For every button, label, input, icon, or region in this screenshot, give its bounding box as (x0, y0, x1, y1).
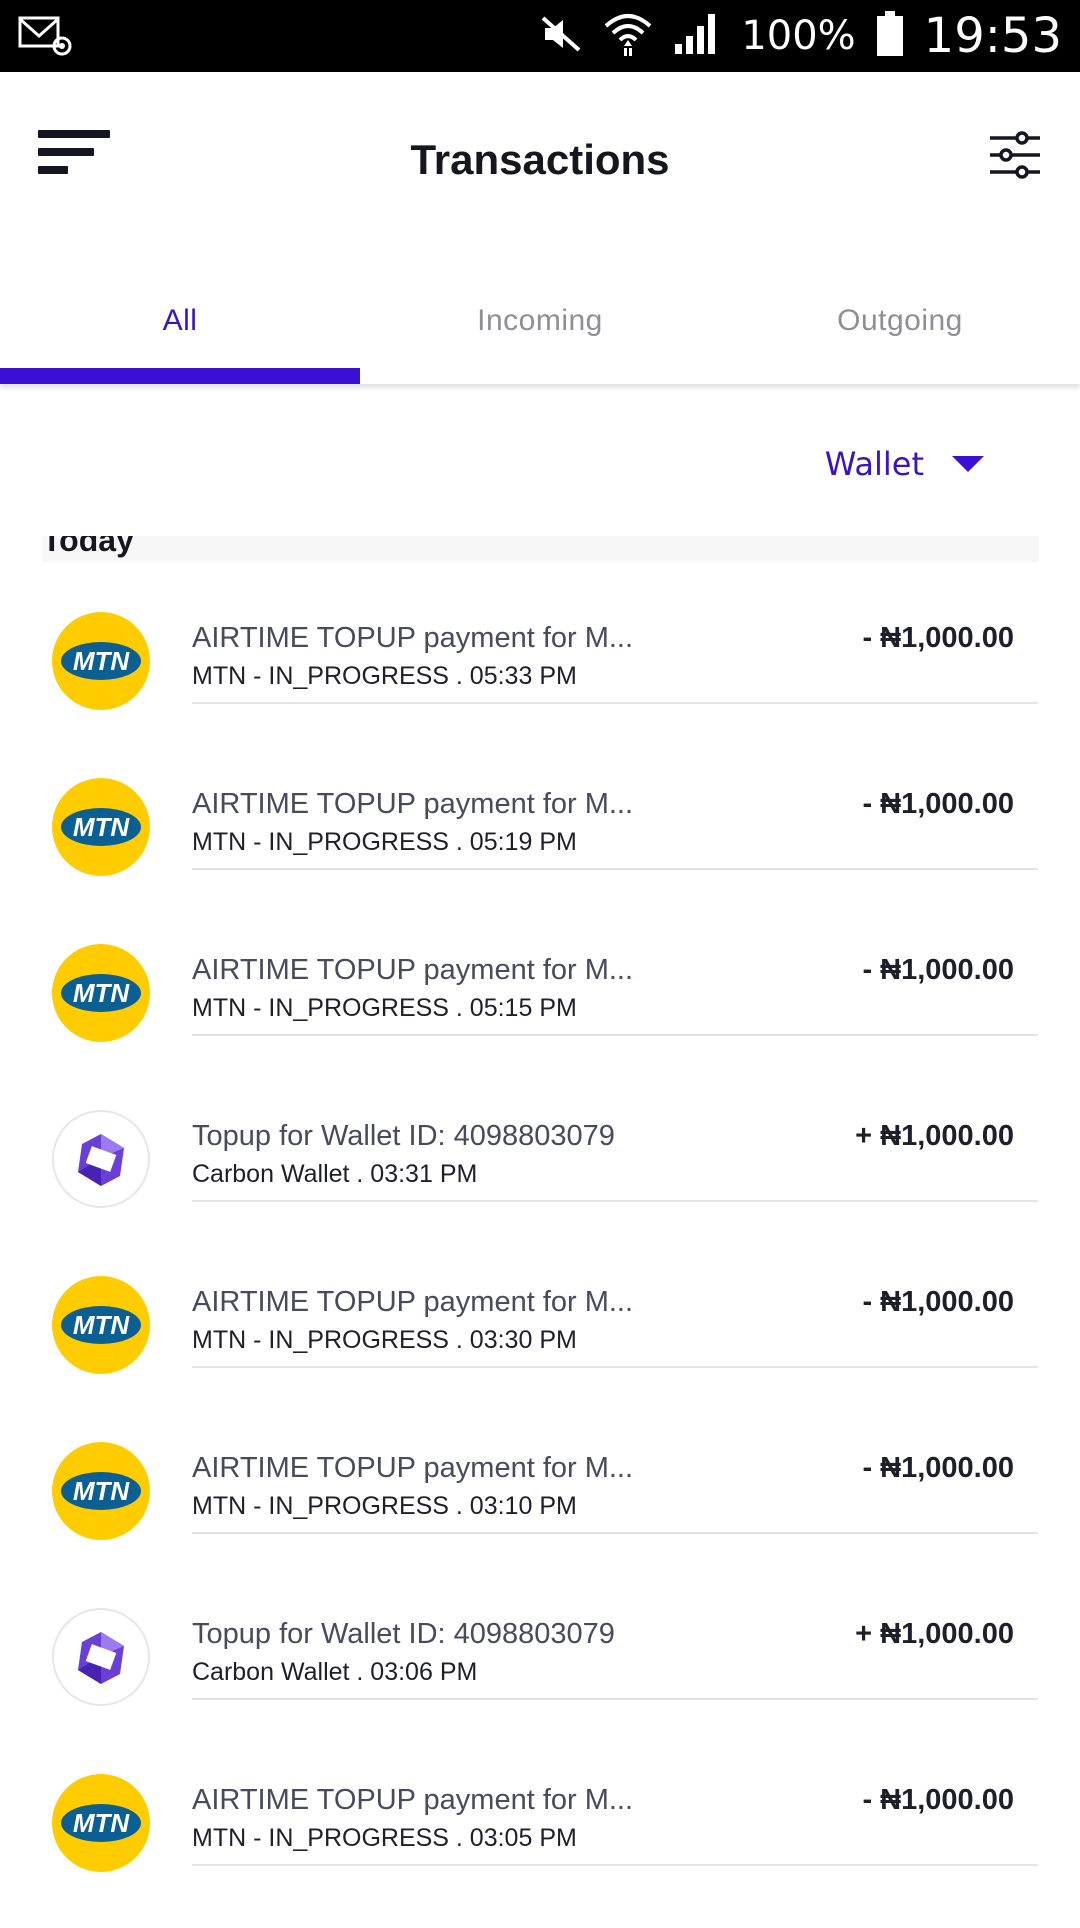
transaction-title: AIRTIME TOPUP payment for M... (192, 1286, 634, 1318)
transaction-subtitle: Carbon Wallet . 03:06 PM (192, 1658, 478, 1686)
transaction-row[interactable]: MTN AIRTIME TOPUP payment for M... MTN -… (0, 600, 1080, 766)
row-divider (192, 1200, 1038, 1202)
transaction-row[interactable]: MTN AIRTIME TOPUP payment for M... MTN -… (0, 766, 1080, 932)
page-title: Transactions (410, 136, 670, 183)
transaction-subtitle: MTN - IN_PROGRESS . 03:05 PM (192, 1824, 577, 1852)
transaction-row[interactable]: MTN AIRTIME TOPUP payment for M... MTN -… (0, 1430, 1080, 1596)
svg-text:MTN: MTN (73, 646, 131, 676)
section-header-label: Today (42, 536, 134, 558)
tab-bar: All Incoming Outgoing (0, 252, 1080, 384)
transaction-row[interactable]: MTN AIRTIME TOPUP payment for M... MTN -… (0, 1264, 1080, 1430)
active-tab-indicator (0, 368, 360, 384)
sliders-icon[interactable] (988, 130, 1042, 180)
svg-text:MTN: MTN (73, 1476, 131, 1506)
mtn-logo-icon: MTN (52, 778, 150, 876)
row-divider (192, 1532, 1038, 1534)
transaction-row[interactable]: Topup for Wallet ID: 4098803079 Carbon W… (0, 1098, 1080, 1264)
svg-text:MTN: MTN (73, 1310, 131, 1340)
transaction-title: AIRTIME TOPUP payment for M... (192, 1784, 634, 1816)
row-divider (192, 702, 1038, 704)
transaction-title: Topup for Wallet ID: 4098803079 (192, 1120, 615, 1152)
row-divider (192, 1698, 1038, 1700)
transaction-amount: - ₦1,000.00 (862, 622, 1014, 654)
row-divider (192, 868, 1038, 870)
transaction-amount: + ₦1,000.00 (855, 1618, 1014, 1650)
transaction-title: AIRTIME TOPUP payment for M... (192, 788, 634, 820)
transaction-amount: - ₦1,000.00 (862, 788, 1014, 820)
svg-text:MTN: MTN (73, 1808, 131, 1838)
transaction-subtitle: MTN - IN_PROGRESS . 05:15 PM (192, 994, 577, 1022)
tab-incoming[interactable]: Incoming (360, 304, 720, 338)
status-bar: 100% 19:53 (0, 0, 1080, 72)
mtn-logo-icon: MTN (52, 1774, 150, 1872)
wallet-dropdown-label: Wallet (824, 445, 924, 483)
transaction-subtitle: Carbon Wallet . 03:31 PM (192, 1160, 478, 1188)
muted-icon (539, 14, 583, 59)
wallet-dropdown[interactable]: Wallet (825, 445, 984, 483)
battery-icon (876, 10, 904, 62)
battery-percent: 100% (741, 13, 856, 59)
app-bar: Transactions (0, 72, 1080, 252)
row-divider (192, 1366, 1038, 1368)
row-divider (192, 1034, 1038, 1036)
tab-all[interactable]: All (0, 304, 360, 338)
transaction-amount: - ₦1,000.00 (862, 1452, 1014, 1484)
section-header-today: Today (42, 536, 1039, 562)
transaction-subtitle: MTN - IN_PROGRESS . 05:33 PM (192, 662, 577, 690)
transaction-row[interactable]: Topup for Wallet ID: 4098803079 Carbon W… (0, 1596, 1080, 1762)
mtn-logo-icon: MTN (52, 944, 150, 1042)
caret-down-icon (952, 456, 984, 472)
transaction-row[interactable]: MTN AIRTIME TOPUP payment for M... MTN -… (0, 932, 1080, 1098)
row-divider (192, 1864, 1038, 1866)
tab-outgoing[interactable]: Outgoing (720, 304, 1080, 338)
email-notification-icon (18, 12, 74, 63)
transaction-title: AIRTIME TOPUP payment for M... (192, 622, 634, 654)
transaction-row[interactable]: MTN AIRTIME TOPUP payment for M... MTN -… (0, 1762, 1080, 1928)
transaction-title: Topup for Wallet ID: 4098803079 (192, 1618, 615, 1650)
svg-text:MTN: MTN (73, 978, 131, 1008)
transaction-amount: - ₦1,000.00 (862, 1784, 1014, 1816)
carbon-logo-icon (52, 1110, 150, 1208)
cell-signal-icon (673, 12, 721, 61)
transaction-title: AIRTIME TOPUP payment for M... (192, 1452, 634, 1484)
mtn-logo-icon: MTN (52, 1442, 150, 1540)
wifi-icon (603, 10, 653, 63)
mtn-logo-icon: MTN (52, 1276, 150, 1374)
carbon-logo-icon (52, 1608, 150, 1706)
mtn-logo-icon: MTN (52, 612, 150, 710)
transaction-amount: - ₦1,000.00 (862, 1286, 1014, 1318)
transaction-subtitle: MTN - IN_PROGRESS . 03:10 PM (192, 1492, 577, 1520)
svg-text:MTN: MTN (73, 812, 131, 842)
transactions-list: MTN AIRTIME TOPUP payment for M... MTN -… (0, 600, 1080, 1928)
transaction-amount: + ₦1,000.00 (855, 1120, 1014, 1152)
transaction-subtitle: MTN - IN_PROGRESS . 05:19 PM (192, 828, 577, 856)
clock: 19:53 (923, 8, 1062, 64)
transaction-amount: - ₦1,000.00 (862, 954, 1014, 986)
transaction-subtitle: MTN - IN_PROGRESS . 03:30 PM (192, 1326, 577, 1354)
transaction-title: AIRTIME TOPUP payment for M... (192, 954, 634, 986)
